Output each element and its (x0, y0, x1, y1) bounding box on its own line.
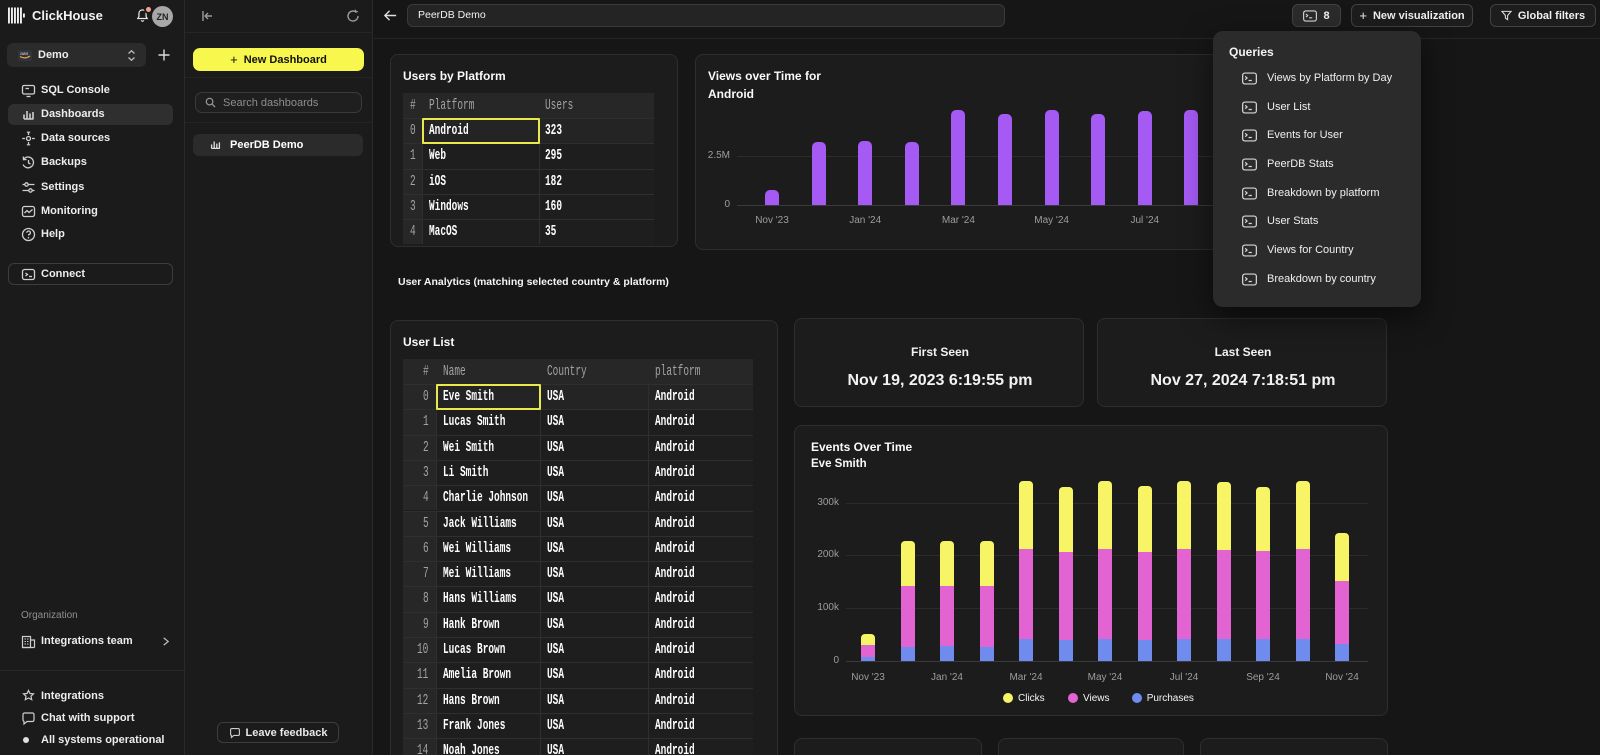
svg-text:aws: aws (20, 51, 29, 56)
